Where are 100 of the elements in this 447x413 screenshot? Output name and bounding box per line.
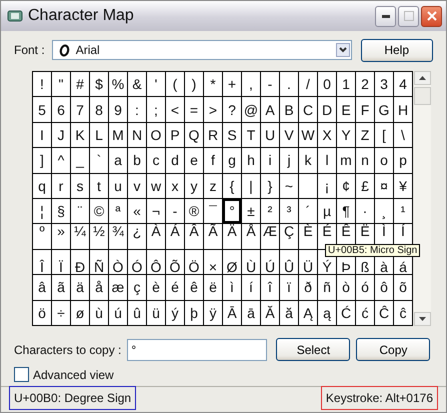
character-cell[interactable]: ć [356, 300, 374, 325]
character-cell[interactable]: I [33, 122, 51, 148]
character-cell[interactable]: < [166, 97, 184, 122]
character-cell[interactable]: 4 [394, 72, 412, 96]
character-cell[interactable]: r [52, 174, 70, 198]
character-cell[interactable]: w [147, 174, 165, 198]
character-cell[interactable]: B [280, 97, 298, 122]
character-cell[interactable]: § [52, 199, 70, 224]
character-cell[interactable]: Z [356, 122, 374, 148]
character-cell[interactable]: H [394, 97, 412, 122]
character-cell[interactable]: ³ [280, 199, 298, 224]
character-cell[interactable]: ¬ [147, 199, 165, 224]
character-cell[interactable]: ± [242, 199, 260, 224]
character-cell[interactable]: V [280, 122, 298, 148]
character-cell[interactable]: O [147, 122, 165, 148]
character-cell[interactable]: } [261, 174, 279, 198]
character-cell[interactable]: J [52, 122, 70, 148]
character-cell[interactable]: : [128, 97, 146, 122]
character-cell[interactable]: » [52, 224, 70, 249]
character-cell[interactable]: ¥ [394, 174, 412, 198]
character-cell[interactable]: ù [90, 300, 108, 325]
character-cell[interactable]: W [299, 122, 317, 148]
character-cell[interactable]: = [185, 97, 203, 122]
character-cell[interactable]: M [109, 122, 127, 148]
character-cell[interactable]: P [166, 122, 184, 148]
character-cell[interactable]: ý [166, 300, 184, 325]
character-cell[interactable]: v [128, 174, 146, 198]
character-cell[interactable]: ¶ [337, 199, 355, 224]
character-cell[interactable]: Ć [337, 300, 355, 325]
character-cell[interactable]: D [318, 97, 336, 122]
character-cell[interactable]: ¸ [375, 199, 393, 224]
character-cell[interactable]: õ [394, 275, 412, 300]
character-cell[interactable]: S [223, 122, 241, 148]
character-cell[interactable]: Î [33, 250, 51, 274]
character-cell[interactable]: è [147, 275, 165, 300]
character-cell[interactable]: Ü [299, 250, 317, 274]
character-cell[interactable]: È [299, 224, 317, 249]
font-dropdown[interactable]: Arial [52, 40, 352, 60]
character-cell[interactable]: ¤ [375, 174, 393, 198]
character-cell[interactable]: l [318, 148, 336, 173]
character-cell[interactable]: é [166, 275, 184, 300]
character-cell[interactable]: # [71, 72, 89, 96]
character-cell[interactable]: Ą [299, 300, 317, 325]
character-cell[interactable]: + [223, 72, 241, 96]
character-cell[interactable]: s [71, 174, 89, 198]
character-cell[interactable]: ¢ [337, 174, 355, 198]
character-cell[interactable]: Û [280, 250, 298, 274]
character-cell[interactable]: Q [185, 122, 203, 148]
character-cell[interactable]: ë [204, 275, 222, 300]
character-cell[interactable]: A [261, 97, 279, 122]
character-cell[interactable]: £ [356, 174, 374, 198]
close-button[interactable] [421, 6, 442, 27]
character-cell[interactable]: ç [128, 275, 146, 300]
character-cell[interactable]: o [375, 148, 393, 173]
character-cell[interactable]: / [299, 72, 317, 96]
character-cell[interactable]: Ñ [90, 250, 108, 274]
character-cell[interactable]: ¦ [33, 199, 51, 224]
character-cell[interactable]: Y [337, 122, 355, 148]
character-cell[interactable]: ½ [90, 224, 108, 249]
character-cell[interactable]: ï [280, 275, 298, 300]
character-cell[interactable]: & [128, 72, 146, 96]
character-cell[interactable]: 8 [90, 97, 108, 122]
character-cell[interactable]: Ï [52, 250, 70, 274]
character-cell[interactable]: Ð [71, 250, 89, 274]
character-cell[interactable]: { [223, 174, 241, 198]
character-cell[interactable]: ô [375, 275, 393, 300]
character-cell[interactable]: ª [109, 199, 127, 224]
character-cell[interactable]: 7 [71, 97, 89, 122]
character-cell[interactable]: Ă [261, 300, 279, 325]
character-cell[interactable]: C [299, 97, 317, 122]
character-cell[interactable]: * [204, 72, 222, 96]
character-cell[interactable]: ® [185, 199, 203, 224]
character-cell[interactable]: ] [33, 148, 51, 173]
character-cell[interactable]: ò [337, 275, 355, 300]
character-cell[interactable]: ¹ [394, 199, 412, 224]
character-cell[interactable]: Á [166, 224, 184, 249]
character-cell[interactable]: 2 [356, 72, 374, 96]
character-cell[interactable]: j [280, 148, 298, 173]
character-cell[interactable]: ! [33, 72, 51, 96]
character-cell[interactable]: ¡ [318, 174, 336, 198]
character-cell[interactable]: E [337, 97, 355, 122]
character-cell[interactable]: ° [223, 199, 241, 224]
character-cell[interactable]: G [375, 97, 393, 122]
character-cell[interactable]: ' [147, 72, 165, 96]
character-cell[interactable]: × [204, 250, 222, 274]
character-cell[interactable]: ÿ [204, 300, 222, 325]
character-cell[interactable]: % [109, 72, 127, 96]
character-cell[interactable]: À [147, 224, 165, 249]
character-cell[interactable]: q [33, 174, 51, 198]
character-cell[interactable]: º [33, 224, 51, 249]
character-cell[interactable]: ) [185, 72, 203, 96]
character-cell[interactable]: U [261, 122, 279, 148]
character-cell[interactable]: - [166, 199, 184, 224]
character-cell[interactable]: Ó [128, 250, 146, 274]
character-cell[interactable]: [ [375, 122, 393, 148]
character-cell[interactable]: â [33, 275, 51, 300]
scrollbar-thumb[interactable] [414, 87, 431, 106]
character-cell[interactable]: Ç [280, 224, 298, 249]
character-cell[interactable]: ( [166, 72, 184, 96]
character-cell[interactable]: c [147, 148, 165, 173]
